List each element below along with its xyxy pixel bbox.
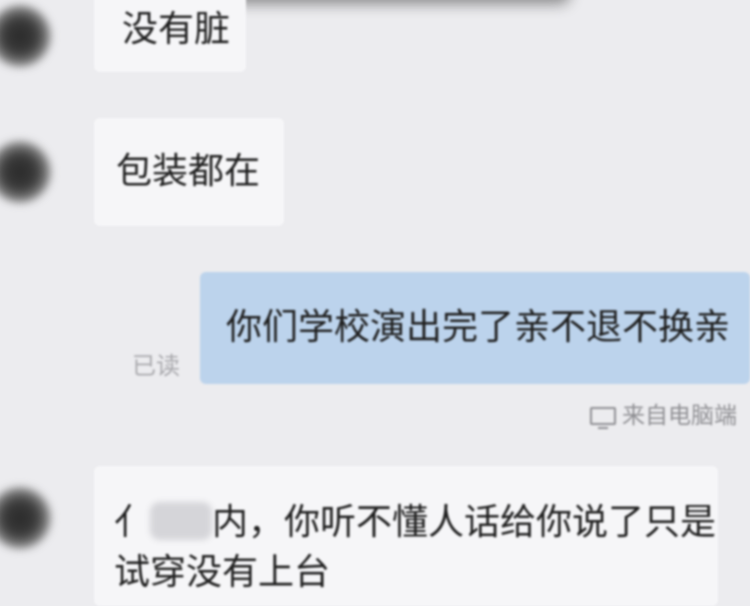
message-bubble[interactable]: 没有脏	[94, 0, 246, 72]
message-line: 亻 内，你听不懂人话给你说了只是	[114, 498, 718, 548]
monitor-icon	[590, 407, 616, 429]
message-text: 没有脏	[122, 9, 231, 50]
blurred-header-text	[200, 0, 570, 4]
message-source: 来自电脑端	[590, 396, 737, 430]
read-receipt: 已读	[132, 352, 180, 380]
avatar[interactable]	[0, 4, 52, 68]
message-text: 内，你听不懂人话给你说了只是	[212, 502, 717, 543]
message-text-prefix: 亻	[114, 502, 151, 543]
message-text: 你们学校演出完了亲不退不换亲	[226, 307, 731, 348]
avatar[interactable]	[0, 486, 52, 550]
redacted-name	[150, 502, 213, 540]
message-bubble[interactable]: 亻 内，你听不懂人话给你说了只是 试穿没有上台	[94, 466, 718, 606]
message-line: 试穿没有上台	[114, 552, 331, 593]
message-bubble-outgoing[interactable]: 你们学校演出完了亲不退不换亲	[200, 272, 750, 384]
message-text: 包装都在	[116, 151, 261, 192]
avatar[interactable]	[0, 140, 52, 204]
message-bubble[interactable]: 包装都在	[94, 118, 284, 226]
message-source-text: 来自电脑端	[622, 403, 737, 429]
chat-thread: 没有脏 包装都在 已读 你们学校演出完了亲不退不换亲 来自电脑端 亻 内，你听不懂…	[0, 0, 750, 606]
